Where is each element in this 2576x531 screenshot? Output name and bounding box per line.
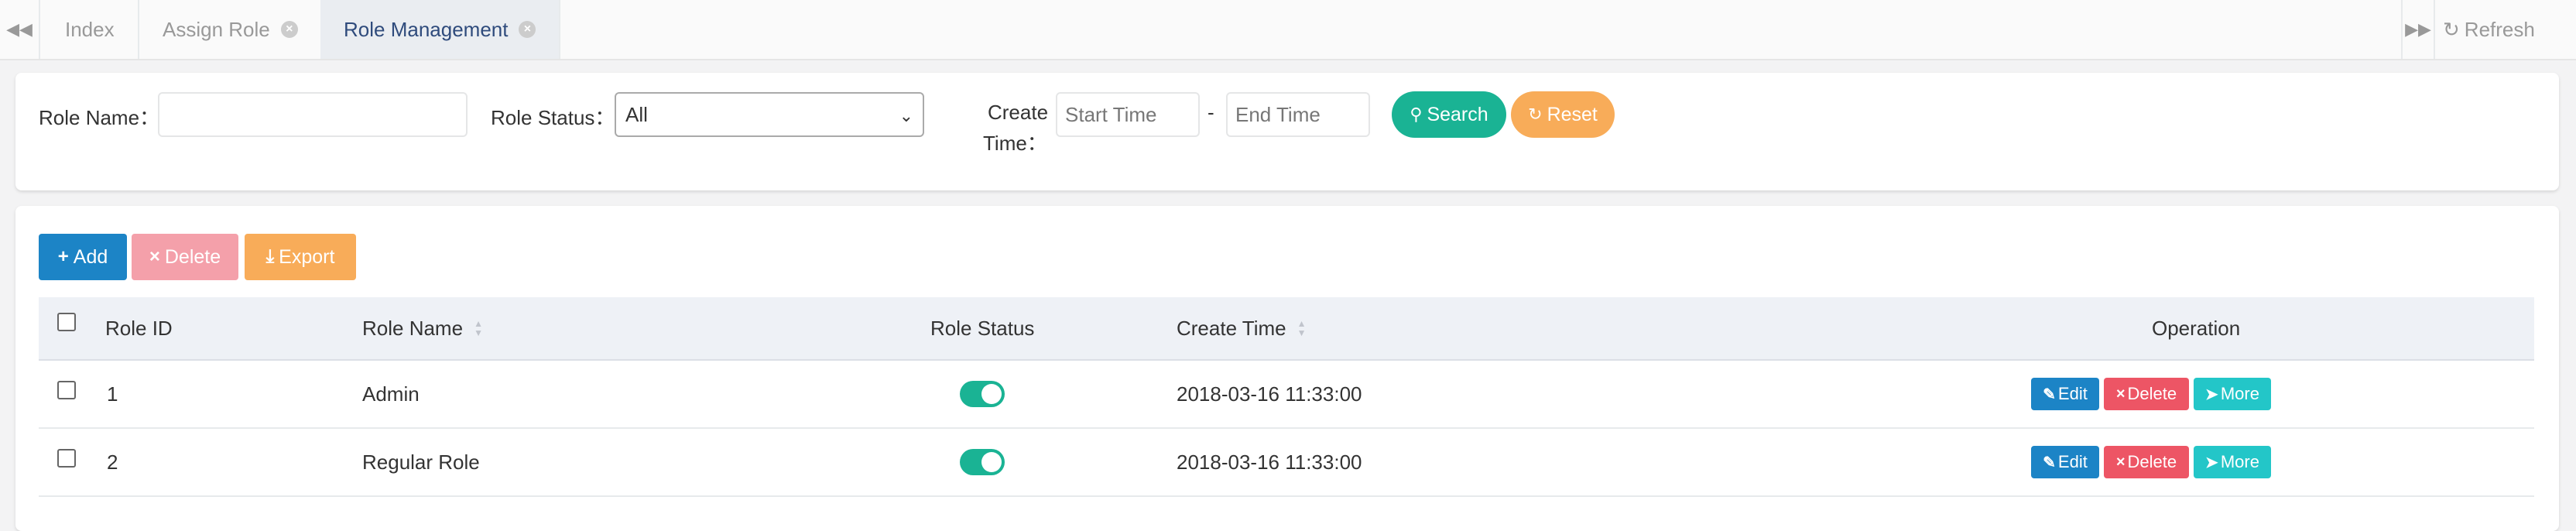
times-icon: × bbox=[2115, 385, 2126, 403]
reset-button-label: Reset bbox=[1547, 103, 1598, 125]
times-icon: × bbox=[149, 246, 160, 267]
chevron-down-icon: ⌄ bbox=[899, 106, 913, 125]
add-button-label: Add bbox=[73, 245, 108, 268]
column-header-label: Role Name bbox=[362, 316, 464, 340]
add-button[interactable]: + Add bbox=[39, 234, 127, 280]
delete-button-label: Delete bbox=[2127, 452, 2177, 471]
more-button[interactable]: ➤ More bbox=[2194, 446, 2271, 478]
role-id-cell: 1 bbox=[107, 382, 118, 406]
reset-button[interactable]: ↻ Reset bbox=[1511, 91, 1615, 138]
delete-button-label: Delete bbox=[2127, 384, 2177, 403]
column-header-operation: Operation bbox=[2152, 297, 2240, 359]
delete-selected-button[interactable]: × Delete bbox=[132, 234, 238, 280]
more-button-label: More bbox=[2220, 384, 2259, 403]
role-status-label: Role Status： bbox=[491, 106, 615, 129]
role-status-selected: All bbox=[625, 102, 648, 126]
refresh-icon: ↻ bbox=[1528, 104, 1543, 124]
delete-button[interactable]: × Delete bbox=[2104, 378, 2189, 410]
tabs-scroll-right-button[interactable]: ▶▶ bbox=[2401, 0, 2434, 59]
more-button[interactable]: ➤ More bbox=[2194, 378, 2271, 410]
create-time-cell: 2018-03-16 11:33:00 bbox=[1177, 450, 1362, 474]
table-row: 1 Admin 2018-03-16 11:33:00 ✎ Edit × Del… bbox=[39, 361, 2534, 429]
role-status-toggle[interactable] bbox=[960, 381, 1005, 407]
start-time-input[interactable] bbox=[1056, 92, 1200, 137]
search-button[interactable]: ⚲ Search bbox=[1392, 91, 1506, 138]
edit-button[interactable]: ✎ Edit bbox=[2031, 446, 2099, 478]
tab-assign-role[interactable]: Assign Role × bbox=[139, 0, 323, 59]
double-chevron-right-icon: ▶▶ bbox=[2405, 19, 2431, 39]
tab-label: Role Management bbox=[344, 17, 509, 41]
role-name-input[interactable] bbox=[158, 92, 468, 137]
refresh-button[interactable]: ↻ Refresh bbox=[2434, 0, 2576, 59]
edit-icon: ✎ bbox=[2043, 454, 2056, 471]
refresh-icon: ↻ bbox=[2443, 17, 2460, 41]
role-name-cell: Regular Role bbox=[362, 450, 480, 474]
range-separator: - bbox=[1208, 101, 1214, 124]
download-icon: ⤓ bbox=[265, 246, 275, 267]
chevron-circle-right-icon: ➤ bbox=[2205, 454, 2218, 471]
search-icon: ⚲ bbox=[1410, 104, 1423, 124]
close-icon[interactable]: × bbox=[519, 21, 536, 38]
double-chevron-left-icon: ◀◀ bbox=[6, 19, 33, 39]
toggle-knob bbox=[981, 452, 1002, 472]
toggle-knob bbox=[981, 384, 1002, 404]
table-header: Role ID Role Name ▲ ▼ Role Status Create … bbox=[39, 297, 2534, 361]
delete-button-label: Delete bbox=[164, 245, 221, 268]
column-header-role-name[interactable]: Role Name ▲ ▼ bbox=[362, 297, 483, 359]
edit-button-label: Edit bbox=[2057, 384, 2088, 403]
tab-role-management[interactable]: Role Management × bbox=[320, 0, 561, 59]
close-icon[interactable]: × bbox=[280, 21, 298, 38]
select-all-checkbox[interactable] bbox=[57, 313, 76, 331]
plus-icon: + bbox=[57, 246, 69, 267]
column-header-role-status: Role Status bbox=[930, 297, 1034, 359]
column-header-label: Operation bbox=[2152, 316, 2241, 340]
role-status-select[interactable]: All ⌄ bbox=[615, 92, 924, 137]
edit-icon: ✎ bbox=[2043, 385, 2056, 403]
table-row: 2 Regular Role 2018-03-16 11:33:00 ✎ Edi… bbox=[39, 429, 2534, 497]
row-checkbox[interactable] bbox=[57, 381, 76, 399]
tab-index[interactable]: Index bbox=[42, 0, 139, 59]
sort-icon[interactable]: ▲ ▼ bbox=[1297, 319, 1307, 337]
column-header-create-time[interactable]: Create Time ▲ ▼ bbox=[1177, 297, 1307, 359]
sort-icon[interactable]: ▲ ▼ bbox=[474, 319, 483, 337]
role-name-cell: Admin bbox=[362, 382, 420, 406]
role-id-cell: 2 bbox=[107, 450, 118, 474]
more-button-label: More bbox=[2220, 452, 2259, 471]
tab-bar: ◀◀ Index Assign Role × Role Management ×… bbox=[0, 0, 2576, 60]
times-icon: × bbox=[2115, 453, 2126, 471]
edit-button[interactable]: ✎ Edit bbox=[2031, 378, 2099, 410]
column-header-label: Role Status bbox=[930, 316, 1035, 340]
chevron-circle-right-icon: ➤ bbox=[2205, 385, 2218, 403]
refresh-label: Refresh bbox=[2464, 17, 2535, 41]
end-time-input[interactable] bbox=[1226, 92, 1370, 137]
role-status-toggle[interactable] bbox=[960, 449, 1005, 475]
edit-button-label: Edit bbox=[2057, 452, 2088, 471]
search-button-label: Search bbox=[1427, 103, 1488, 125]
create-time-cell: 2018-03-16 11:33:00 bbox=[1177, 382, 1362, 406]
create-time-label-line1: Create bbox=[988, 101, 1049, 124]
tab-label: Assign Role bbox=[163, 17, 270, 41]
role-name-label: Role Name： bbox=[39, 106, 160, 129]
column-header-label: Role ID bbox=[105, 316, 173, 340]
column-header-label: Create Time bbox=[1177, 316, 1286, 340]
row-checkbox[interactable] bbox=[57, 449, 76, 468]
export-button-label: Export bbox=[279, 245, 335, 268]
tab-label: Index bbox=[65, 17, 115, 41]
delete-button[interactable]: × Delete bbox=[2104, 446, 2189, 478]
tabs-scroll-left-button[interactable]: ◀◀ bbox=[0, 0, 40, 59]
export-button[interactable]: ⤓ Export bbox=[245, 234, 356, 280]
create-time-label-line2: Time： bbox=[983, 132, 1047, 155]
column-header-role-id[interactable]: Role ID bbox=[105, 297, 173, 359]
